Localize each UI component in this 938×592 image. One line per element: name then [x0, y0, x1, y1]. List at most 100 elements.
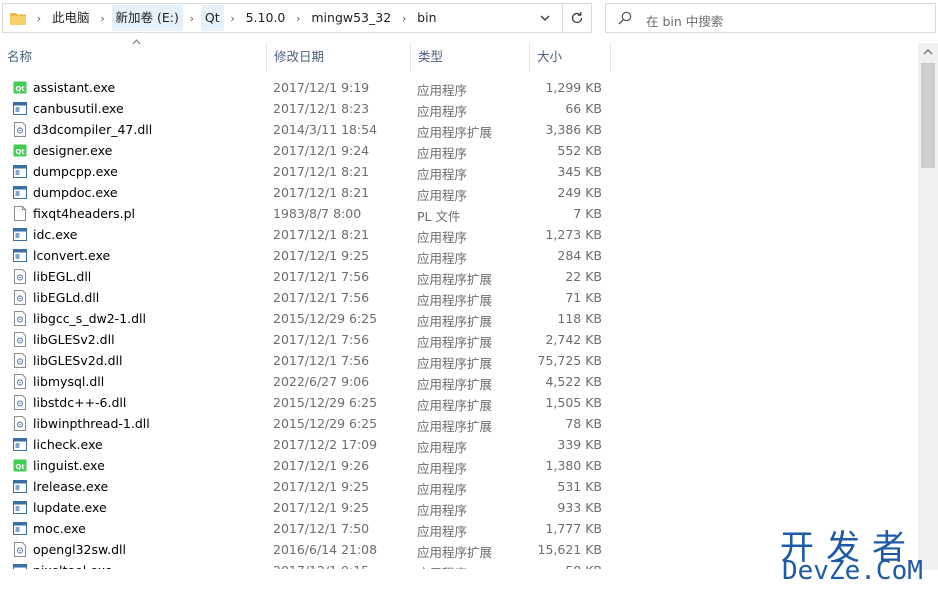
chevron-right-icon[interactable]: ›	[183, 12, 201, 25]
exe-icon	[13, 186, 27, 199]
refresh-button[interactable]	[563, 3, 592, 33]
file-size: 1,273 KB	[545, 227, 602, 242]
search-placeholder: 在 bin 中搜索	[646, 14, 724, 29]
file-row[interactable]: libEGL.dll 2017/12/1 7:56 应用程序扩展 22 KB	[0, 266, 612, 287]
file-date: 2017/12/2 17:09	[273, 437, 378, 452]
address-bar[interactable]: › 此电脑 › 新加卷 (E:) › Qt › 5.10.0 › mingw53…	[2, 3, 563, 33]
dll-icon	[14, 122, 26, 137]
chevron-right-icon[interactable]: ›	[289, 12, 307, 25]
file-type: 应用程序	[417, 146, 468, 161]
file-date: 2022/6/27 9:06	[273, 374, 370, 389]
qt-app-icon: Qt	[13, 81, 27, 94]
file-row[interactable]: canbusutil.exe 2017/12/1 8:23 应用程序 66 KB	[0, 98, 612, 119]
file-type: 应用程序扩展	[417, 356, 493, 371]
column-type[interactable]: 类型	[411, 43, 530, 71]
file-size: 552 KB	[557, 143, 602, 158]
chevron-right-icon[interactable]: ›	[224, 12, 242, 25]
breadcrumb: › 此电脑 › 新加卷 (E:) › Qt › 5.10.0 › mingw53…	[30, 4, 441, 32]
refresh-icon	[571, 12, 583, 24]
chevron-down-icon[interactable]	[538, 11, 552, 25]
file-row[interactable]: libGLESv2.dll 2017/12/1 7:56 应用程序扩展 2,742 K…	[0, 329, 612, 350]
file-date: 2017/12/1 7:56	[273, 332, 370, 347]
scrollbar-thumb[interactable]	[921, 63, 935, 168]
file-size: 933 KB	[557, 500, 602, 515]
file-type: 应用程序	[417, 482, 468, 497]
chevron-right-icon[interactable]: ›	[395, 12, 413, 25]
file-row[interactable]: Qt designer.exe 2017/12/1 9:24 应用程序 552 KB	[0, 140, 612, 161]
file-date: 2015/12/29 6:25	[273, 416, 378, 431]
qt-app-icon: Qt	[13, 144, 27, 157]
file-size: 7 KB	[573, 206, 602, 221]
column-size[interactable]: 大小	[530, 43, 611, 71]
file-row[interactable]: d3dcompiler_47.dll 2014/3/11 18:54 应用程序扩展 3…	[0, 119, 612, 140]
file-date: 2017/12/1 9:25	[273, 479, 370, 494]
file-date: 2017/12/1 8:23	[273, 101, 370, 116]
file-row[interactable]: lrelease.exe 2017/12/1 9:25 应用程序 531 KB	[0, 476, 612, 497]
file-row[interactable]: pixeltool.exe 2017/12/1 9:15 应用程序 58 KB	[0, 560, 612, 569]
search-box[interactable]: 在 bin 中搜索	[605, 3, 936, 33]
file-type: PL 文件	[417, 209, 461, 224]
file-size: 15,621 KB	[537, 542, 602, 557]
file-type: 应用程序	[417, 461, 468, 476]
file-row[interactable]: fixqt4headers.pl 1983/8/7 8:00 PL 文件 7 KB	[0, 203, 612, 224]
file-type: 应用程序扩展	[417, 335, 493, 350]
file-row[interactable]: dumpcpp.exe 2017/12/1 8:21 应用程序 345 KB	[0, 161, 612, 182]
file-row[interactable]: libgcc_s_dw2-1.dll 2015/12/29 6:25 应用程序扩展 1…	[0, 308, 612, 329]
file-row[interactable]: Qt linguist.exe 2017/12/1 9:26 应用程序 1,380 KB	[0, 455, 612, 476]
dll-icon	[14, 311, 26, 326]
file-row[interactable]: idc.exe 2017/12/1 8:21 应用程序 1,273 KB	[0, 224, 612, 245]
file-type: 应用程序扩展	[417, 398, 493, 413]
file-row[interactable]: moc.exe 2017/12/1 7:50 应用程序 1,777 KB	[0, 518, 612, 539]
file-date: 2017/12/1 7:56	[273, 269, 370, 284]
chevron-right-icon[interactable]: ›	[94, 12, 112, 25]
file-name: assistant.exe	[33, 80, 116, 95]
file-type: 应用程序扩展	[417, 125, 493, 140]
breadcrumb-item[interactable]: bin	[413, 5, 440, 31]
file-type: 应用程序扩展	[417, 272, 493, 287]
file-size: 118 KB	[557, 311, 602, 326]
file-row[interactable]: licheck.exe 2017/12/2 17:09 应用程序 339 KB	[0, 434, 612, 455]
file-size: 71 KB	[565, 290, 602, 305]
file-size: 58 KB	[565, 563, 602, 569]
file-type: 应用程序	[417, 83, 468, 98]
vertical-scrollbar[interactable]	[918, 43, 938, 570]
file-type: 应用程序	[417, 440, 468, 455]
file-row[interactable]: libmysql.dll 2022/6/27 9:06 应用程序扩展 4,522 KB	[0, 371, 612, 392]
file-row[interactable]: lupdate.exe 2017/12/1 9:25 应用程序 933 KB	[0, 497, 612, 518]
breadcrumb-item[interactable]: 5.10.0	[242, 5, 290, 31]
file-row[interactable]: libwinpthread-1.dll 2015/12/29 6:25 应用程序扩展…	[0, 413, 612, 434]
file-date: 2017/12/1 8:21	[273, 164, 370, 179]
dll-icon	[14, 290, 26, 305]
file-size: 339 KB	[557, 437, 602, 452]
file-row[interactable]: libstdc++-6.dll 2015/12/29 6:25 应用程序扩展 1,50…	[0, 392, 612, 413]
breadcrumb-item[interactable]: mingw53_32	[307, 5, 395, 31]
file-type: 应用程序	[417, 524, 468, 539]
file-row[interactable]: libGLESv2d.dll 2017/12/1 7:56 应用程序扩展 75,725…	[0, 350, 612, 371]
file-name: libEGL.dll	[33, 269, 92, 284]
file-row[interactable]: dumpdoc.exe 2017/12/1 8:21 应用程序 249 KB	[0, 182, 612, 203]
file-row[interactable]: opengl32sw.dll 2016/6/14 21:08 应用程序扩展 15,62…	[0, 539, 612, 560]
file-date: 2016/6/14 21:08	[273, 542, 378, 557]
file-type: 应用程序	[417, 188, 468, 203]
file-row[interactable]: libEGLd.dll 2017/12/1 7:56 应用程序扩展 71 KB	[0, 287, 612, 308]
file-size: 1,505 KB	[545, 395, 602, 410]
breadcrumb-item[interactable]: 此电脑	[48, 5, 94, 31]
file-date: 2014/3/11 18:54	[273, 122, 378, 137]
breadcrumb-item[interactable]: Qt	[200, 5, 224, 31]
dll-icon	[14, 542, 26, 557]
qt-app-icon: Qt	[13, 459, 27, 472]
file-name: idc.exe	[33, 227, 78, 242]
file-name: moc.exe	[33, 521, 86, 536]
scroll-up-icon[interactable]	[923, 49, 933, 55]
file-name: lupdate.exe	[33, 500, 107, 515]
file-row[interactable]: Qt assistant.exe 2017/12/1 9:19 应用程序 1,299 K…	[0, 77, 612, 98]
file-row[interactable]: lconvert.exe 2017/12/1 9:25 应用程序 284 KB	[0, 245, 612, 266]
column-name[interactable]: 名称	[0, 43, 267, 71]
file-size: 66 KB	[565, 101, 602, 116]
exe-icon	[13, 102, 27, 115]
file-size: 284 KB	[557, 248, 602, 263]
file-icon	[14, 206, 26, 221]
file-name: libEGLd.dll	[33, 290, 100, 305]
column-date[interactable]: 修改日期	[267, 43, 411, 71]
breadcrumb-item[interactable]: 新加卷 (E:)	[111, 5, 183, 31]
